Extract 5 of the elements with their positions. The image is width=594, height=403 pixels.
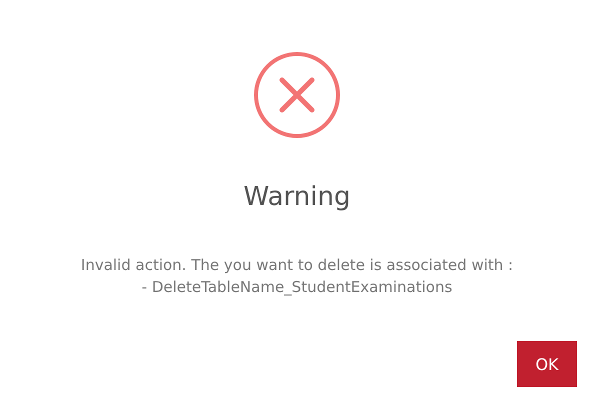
dialog-title: Warning bbox=[244, 181, 350, 214]
error-icon bbox=[254, 52, 340, 138]
message-text: Invalid action. The you want to delete is associated with : bbox=[80, 255, 514, 276]
message-text: - DeleteTableName_StudentExaminations bbox=[142, 277, 452, 298]
ok-button[interactable]: OK bbox=[517, 341, 577, 387]
